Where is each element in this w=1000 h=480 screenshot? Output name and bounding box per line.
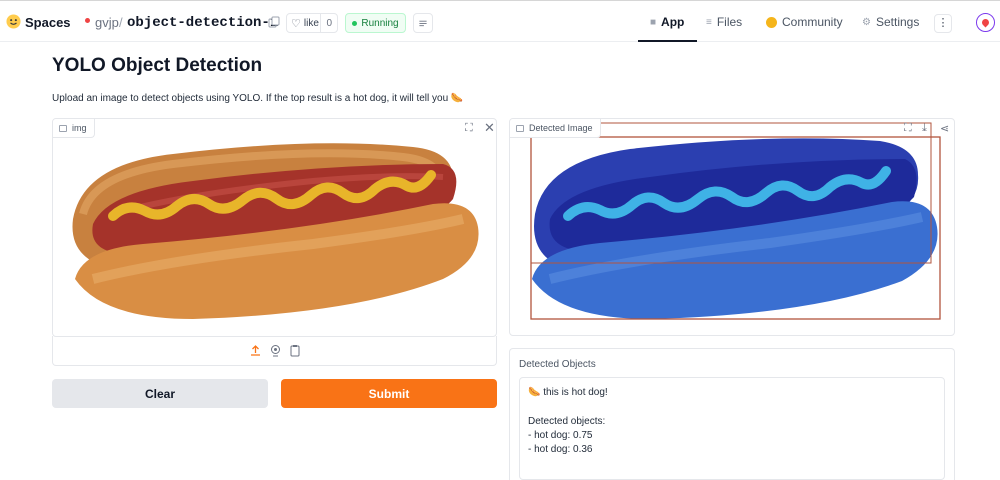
detected-objects-label: Detected Objects (519, 359, 596, 370)
hotdog-image (72, 143, 479, 319)
webcam-icon[interactable] (269, 344, 282, 357)
active-tab-indicator (638, 40, 697, 42)
clipboard-icon[interactable] (289, 344, 302, 357)
input-image-label-text: img (72, 123, 87, 133)
result-line: Detected objects: (528, 416, 606, 427)
copy-icon[interactable] (268, 16, 280, 28)
tab-community-label: Community (782, 15, 843, 29)
repo-name-link[interactable]: object-detection-1 (127, 15, 278, 31)
top-nav: Spaces gvjp / object-detection-1 ♡ like … (0, 0, 1000, 42)
image-icon (59, 124, 67, 132)
tab-files[interactable]: ≡ Files (706, 15, 742, 29)
tab-settings-label: Settings (875, 15, 920, 29)
heart-icon: ♡ (291, 17, 301, 30)
tab-files-label: Files (716, 15, 743, 29)
input-image-panel[interactable]: img ⛶ ✕ (52, 118, 497, 337)
submit-button[interactable]: Submit (281, 379, 497, 408)
fullscreen-icon[interactable]: ⛶ (904, 122, 912, 135)
logs-icon (419, 20, 427, 27)
detected-image-panel[interactable]: Detected Image ⛶ ⤓ ⋖ (509, 118, 955, 336)
status-dot-icon (352, 20, 358, 26)
page-description: Upload an image to detect objects using … (52, 93, 464, 104)
logs-button[interactable] (413, 13, 433, 33)
tab-app[interactable]: ■ App (650, 15, 684, 29)
source-selector-bar (52, 336, 497, 366)
like-button[interactable]: ♡ like 0 (286, 13, 338, 33)
status-label: Running (361, 17, 399, 29)
upload-icon[interactable] (249, 344, 262, 357)
like-label: like (303, 17, 319, 29)
user-avatar[interactable] (976, 13, 995, 32)
tab-community[interactable]: Community (766, 15, 843, 29)
result-line: - hot dog: 0.36 (528, 444, 593, 455)
clear-button[interactable]: Clear (52, 379, 268, 408)
fullscreen-icon[interactable]: ⛶ (465, 122, 473, 135)
download-icon[interactable]: ⤓ (922, 122, 927, 135)
huggingface-logo-icon[interactable] (6, 14, 21, 29)
image-icon (516, 124, 524, 132)
like-count: 0 (320, 14, 337, 32)
result-line: - hot dog: 0.75 (528, 430, 593, 441)
path-separator: / (119, 15, 123, 30)
community-icon (766, 16, 777, 28)
tab-settings[interactable]: ⚙ Settings (862, 15, 919, 29)
result-line: 🌭 this is hot dog! (528, 387, 608, 398)
app-icon: ■ (650, 16, 657, 28)
close-icon[interactable]: ✕ (484, 120, 495, 136)
share-icon[interactable]: ⋖ (940, 122, 949, 135)
tab-app-label: App (661, 15, 685, 29)
space-color-dot (85, 18, 90, 23)
detected-image-label: Detected Image (510, 119, 601, 138)
page-title: YOLO Object Detection (52, 55, 263, 76)
spaces-link[interactable]: Spaces (25, 15, 71, 30)
more-options-button[interactable]: ⋮ (934, 14, 952, 33)
detected-objects-textbox[interactable]: 🌭 this is hot dog! Detected objects: - h… (519, 377, 945, 480)
detected-image-label-text: Detected Image (529, 123, 593, 133)
avatar-pin-icon (980, 17, 991, 28)
status-badge[interactable]: Running (345, 13, 406, 33)
gear-icon: ⚙ (862, 16, 871, 28)
files-icon: ≡ (706, 16, 712, 28)
input-image-label: img (53, 119, 95, 138)
detected-hotdog-image (530, 122, 941, 320)
owner-link[interactable]: gvjp (95, 15, 119, 30)
